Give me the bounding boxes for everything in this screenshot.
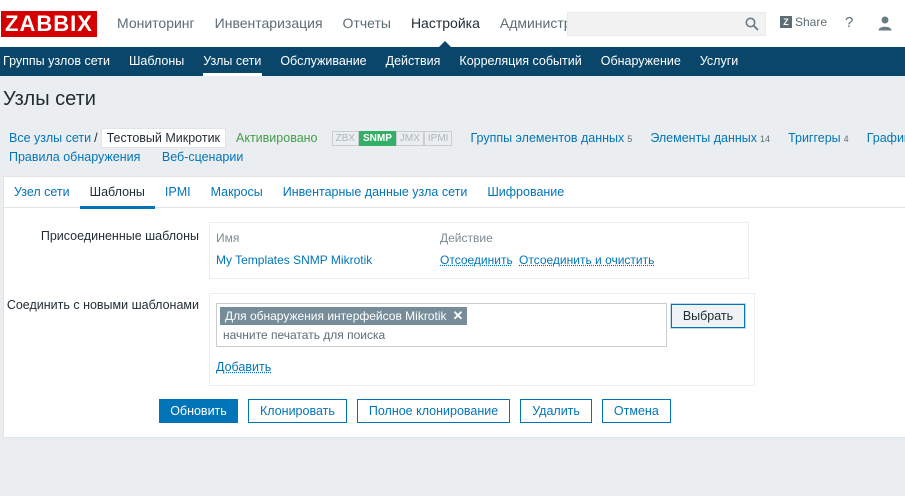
tab-ipmi[interactable]: IPMI <box>155 177 201 208</box>
update-button[interactable]: Обновить <box>159 399 238 423</box>
template-multiselect[interactable]: Для обнаружения интерфейсов Mikrotik ✕ н… <box>216 303 667 347</box>
tab-templates[interactable]: Шаблоны <box>79 177 156 209</box>
multiselect-search-input[interactable]: начните печатать для поиска <box>223 328 385 342</box>
full-clone-button[interactable]: Полное клонирование <box>356 399 511 423</box>
secondary-nav: Группы узлов сети Шаблоны Узлы сети Обсл… <box>0 47 905 76</box>
unlink-button[interactable]: Отсоединить <box>440 253 513 267</box>
link-new-templates-label: Соединить с новыми шаблонами <box>6 298 199 312</box>
clone-button[interactable]: Клонировать <box>248 399 347 423</box>
subnav-hosts[interactable]: Узлы сети <box>194 47 271 76</box>
cancel-button[interactable]: Отмена <box>601 399 671 423</box>
tab-encryption[interactable]: Шифрование <box>477 177 574 208</box>
delete-button[interactable]: Удалить <box>520 399 592 423</box>
link-discovery-rules[interactable]: Правила обнаружения <box>9 150 140 164</box>
host-form-card: Узел сети Шаблоны IPMI Макросы Инвентарн… <box>3 176 905 438</box>
link-web-scenarios[interactable]: Веб-сценарии <box>162 150 243 164</box>
selected-template-chip: Для обнаружения интерфейсов Mikrotik ✕ <box>220 307 468 325</box>
main-menu: Мониторинг Инвентаризация Отчеты Настрой… <box>107 0 582 47</box>
subnav-actions[interactable]: Действия <box>376 47 450 76</box>
breadcrumb-separator: / <box>94 131 98 145</box>
add-template-link[interactable]: Добавить <box>216 360 271 374</box>
subnav-maintenance[interactable]: Обслуживание <box>271 47 376 76</box>
menu-reports[interactable]: Отчеты <box>333 0 401 47</box>
help-icon[interactable]: ? <box>845 14 853 31</box>
link-items[interactable]: Элементы данных 14 <box>650 131 770 145</box>
subnav-event-correlation[interactable]: Корреляция событий <box>450 47 591 76</box>
page-title: Узлы сети <box>3 88 96 110</box>
applications-count: 5 <box>627 134 633 144</box>
remove-chip-icon[interactable]: ✕ <box>452 307 463 325</box>
tab-host[interactable]: Узел сети <box>4 177 80 208</box>
menu-inventory[interactable]: Инвентаризация <box>205 0 333 47</box>
subnav-host-groups[interactable]: Группы узлов сети <box>0 47 119 76</box>
form-actions: Обновить Клонировать Полное клонирование… <box>159 399 681 423</box>
availability-zbx: ZBX <box>331 130 359 146</box>
column-header-name: Имя <box>216 231 240 245</box>
items-count: 14 <box>760 134 771 144</box>
link-graphs[interactable]: График <box>867 131 905 145</box>
breadcrumb-all-hosts[interactable]: Все узлы сети <box>9 131 91 145</box>
tab-macros[interactable]: Макросы <box>201 177 273 208</box>
link-applications[interactable]: Группы элементов данных 5 <box>470 131 632 145</box>
tab-inventory[interactable]: Инвентарные данные узла сети <box>273 177 478 208</box>
availability-jmx: JMX <box>395 130 424 146</box>
link-new-templates-box: Для обнаружения интерфейсов Mikrotik ✕ н… <box>209 293 755 386</box>
selected-template-label: Для обнаружения интерфейсов Mikrotik <box>225 309 447 323</box>
form-tabs: Узел сети Шаблоны IPMI Макросы Инвентарн… <box>4 177 905 209</box>
availability-ipmi: IPMI <box>423 130 453 146</box>
zabbix-logo[interactable]: ZABBIX <box>1 11 97 37</box>
link-graphs-label: График <box>866 131 905 145</box>
link-applications-label: Группы элементов данных <box>470 131 625 145</box>
breadcrumb: Все узлы сети / Тестовый Микротик Активи… <box>0 128 905 148</box>
menu-monitoring[interactable]: Мониторинг <box>107 0 205 47</box>
availability-badges: ZBX SNMP JMX IPMI <box>331 130 453 146</box>
user-profile-icon[interactable] <box>877 15 893 31</box>
breadcrumb-current-host: Тестовый Микротик <box>100 128 227 148</box>
subnav-services[interactable]: Услуги <box>690 47 747 76</box>
unlink-and-clear-button[interactable]: Отсоединить и очистить <box>519 253 654 267</box>
subnav-discovery[interactable]: Обнаружение <box>591 47 690 76</box>
host-status-enabled[interactable]: Активировано <box>236 131 318 145</box>
linked-template-link[interactable]: My Templates SNMP Mikrotik <box>216 253 372 267</box>
select-button[interactable]: Выбрать <box>671 304 745 328</box>
link-items-label: Элементы данных <box>650 131 758 145</box>
top-bar: ZABBIX Мониторинг Инвентаризация Отчеты … <box>0 0 905 47</box>
subnav-templates[interactable]: Шаблоны <box>119 47 193 76</box>
breadcrumb-row-2: Правила обнаружения Веб-сценарии <box>9 150 261 164</box>
triggers-count: 4 <box>843 134 849 144</box>
search-icon[interactable] <box>745 17 759 31</box>
linked-templates-table: Имя Действие My Templates SNMP Mikrotik … <box>209 222 749 279</box>
menu-configuration[interactable]: Настройка <box>401 0 490 47</box>
link-triggers[interactable]: Триггеры 4 <box>788 131 849 145</box>
share-label: Share <box>795 15 828 29</box>
availability-snmp: SNMP <box>358 130 396 146</box>
zabbix-share-icon: Z <box>780 16 792 28</box>
share-link[interactable]: Z Share <box>780 15 827 29</box>
linked-templates-label: Присоединенные шаблоны <box>40 229 199 243</box>
search-input[interactable] <box>567 12 766 36</box>
link-triggers-label: Триггеры <box>788 131 841 145</box>
column-header-action: Действие <box>440 231 493 245</box>
